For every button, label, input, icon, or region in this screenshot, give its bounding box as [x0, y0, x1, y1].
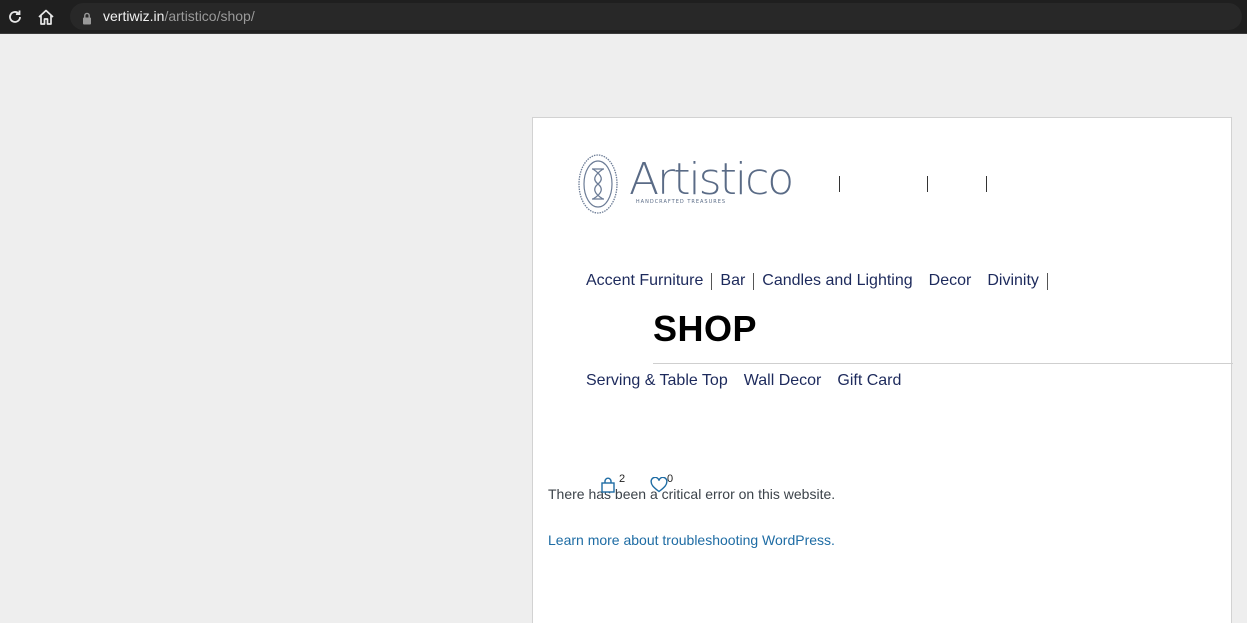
- shopping-bag-icon: [601, 477, 615, 493]
- address-bar[interactable]: vertiwiz.in/artistico/shop/: [70, 3, 1242, 30]
- nav-decor[interactable]: Decor: [929, 272, 972, 290]
- nav-divider: [711, 272, 713, 290]
- nav-divinity[interactable]: Divinity: [987, 272, 1039, 290]
- troubleshooting-link[interactable]: Learn more about troubleshooting WordPre…: [548, 532, 835, 548]
- url-path: /artistico/shop/: [164, 8, 255, 24]
- header-divider: [839, 176, 840, 192]
- home-icon[interactable]: [36, 7, 56, 27]
- url-host: vertiwiz.in: [103, 8, 165, 24]
- wishlist-button[interactable]: 0: [650, 473, 673, 497]
- logo-emblem-icon: [578, 154, 618, 214]
- site-logo[interactable]: Artistico HANDCRAFTED TREASURES: [577, 152, 794, 218]
- nav-gift-card[interactable]: Gift Card: [837, 372, 901, 390]
- title-underline: [653, 363, 1233, 364]
- reload-icon[interactable]: [5, 7, 25, 27]
- wishlist-count: 0: [667, 473, 674, 485]
- nav-serving-table-top[interactable]: Serving & Table Top: [586, 372, 728, 390]
- browser-toolbar: vertiwiz.in/artistico/shop/: [0, 0, 1247, 34]
- nav-divider: [753, 272, 755, 290]
- header-divider: [986, 176, 987, 192]
- lock-icon: [82, 10, 92, 29]
- primary-nav-row-1: Accent Furniture Bar Candles and Lightin…: [586, 272, 1056, 290]
- header-divider: [927, 176, 928, 192]
- primary-nav-row-2: Serving & Table Top Wall Decor Gift Card: [586, 372, 901, 390]
- url-text: vertiwiz.in/artistico/shop/: [103, 8, 255, 25]
- nav-bar[interactable]: Bar: [720, 272, 745, 290]
- site-page: Artistico HANDCRAFTED TREASURES Accent F…: [532, 117, 1233, 623]
- nav-wall-decor[interactable]: Wall Decor: [744, 372, 822, 390]
- nav-accent-furniture[interactable]: Accent Furniture: [586, 272, 703, 290]
- critical-error-message: There has been a critical error on this …: [548, 486, 836, 502]
- heart-icon: [650, 476, 668, 493]
- nav-candles-and-lighting[interactable]: Candles and Lighting: [762, 272, 912, 290]
- cart-count: 2: [619, 473, 626, 485]
- logo-tagline: HANDCRAFTED TREASURES: [635, 199, 727, 205]
- page-title: SHOP: [653, 308, 758, 349]
- cart-button[interactable]: 2: [600, 473, 625, 497]
- nav-divider: [1046, 272, 1048, 290]
